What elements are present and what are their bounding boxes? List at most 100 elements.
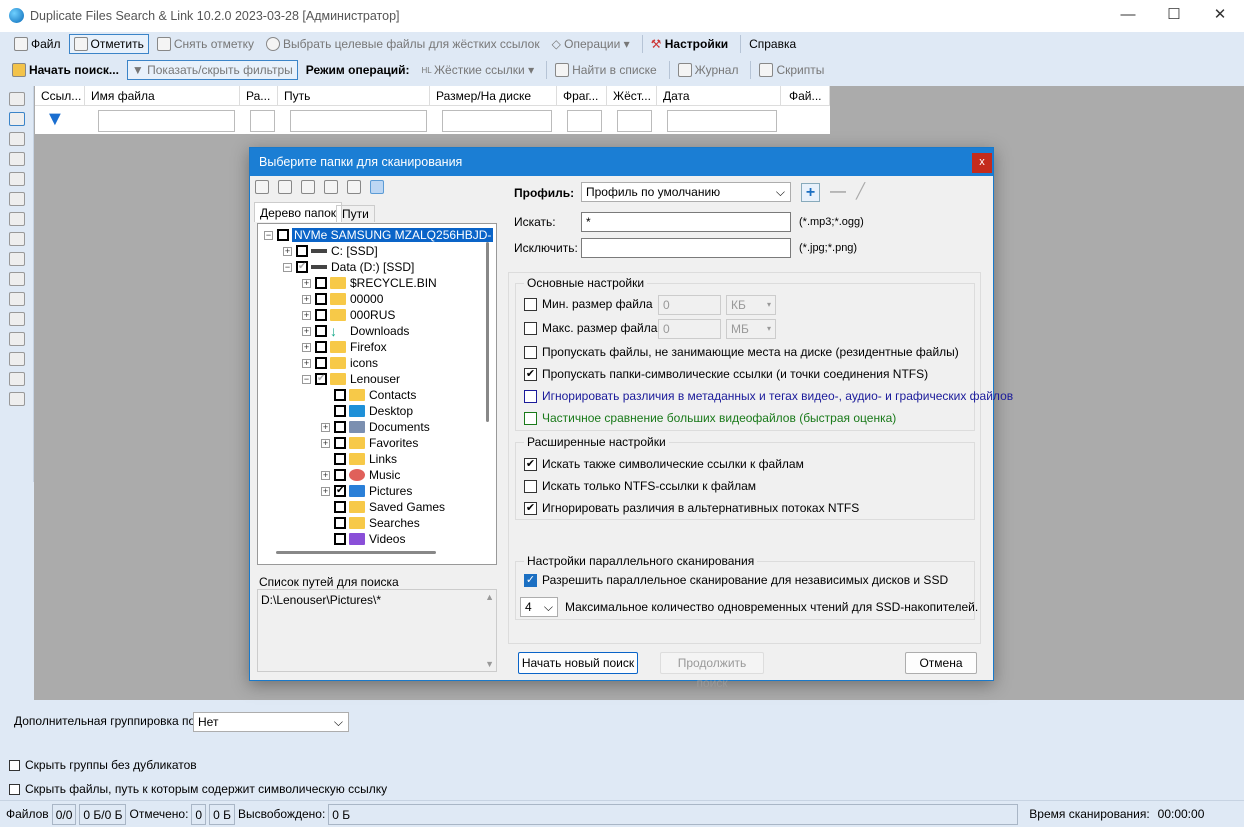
max-unit-select[interactable]: МБ ▾ — [726, 319, 776, 339]
tree-icon[interactable] — [9, 172, 25, 186]
new-search-button[interactable]: Начать новый поиск — [518, 652, 638, 674]
ssd-icon[interactable] — [370, 180, 384, 194]
tree-checkbox[interactable] — [315, 293, 327, 305]
ignore-streams-checkbox[interactable]: ✔ Игнорировать различия в альтернативных … — [524, 501, 859, 515]
remove-profile-button[interactable]: — — [830, 183, 846, 201]
tree-node[interactable]: +000RUS — [302, 307, 395, 323]
tree-vertical-scrollbar[interactable] — [486, 242, 489, 422]
scripts-button[interactable]: Скрипты — [755, 60, 828, 80]
tree-horizontal-scrollbar[interactable] — [276, 551, 436, 554]
tree-checkbox[interactable] — [315, 357, 327, 369]
column-header[interactable]: Размер/На диске — [430, 86, 557, 106]
collapse-icon[interactable]: − — [264, 230, 273, 240]
dialog-close-button[interactable]: x — [972, 153, 992, 173]
scroll-up-icon[interactable]: ▲ — [485, 592, 494, 602]
filter-input[interactable] — [617, 110, 652, 132]
tree-node[interactable]: + $RECYCLE.BIN — [302, 275, 437, 291]
tree-node[interactable]: Videos — [321, 531, 405, 547]
min-size-checkbox[interactable]: Мин. размер файла — [524, 297, 653, 311]
list-alt-icon[interactable] — [9, 332, 25, 346]
min-size-input[interactable]: 0 — [658, 295, 721, 315]
journal-button[interactable]: Журнал — [674, 60, 743, 80]
find-symlinks-checkbox[interactable]: ✔ Искать также символические ссылки к фай… — [524, 457, 804, 471]
tree-checkbox[interactable] — [315, 309, 327, 321]
tree-node[interactable]: Saved Games — [321, 499, 445, 515]
tree-checkbox[interactable] — [315, 341, 327, 353]
column-header[interactable]: Имя файла — [85, 86, 240, 106]
gear-icon[interactable] — [9, 232, 25, 246]
tree-node[interactable]: + Firefox — [302, 339, 387, 355]
max-size-input[interactable]: 0 — [658, 319, 721, 339]
cancel-button[interactable]: Отмена — [905, 652, 977, 674]
check-all-icon[interactable] — [278, 180, 292, 194]
close-button[interactable]: ✕ — [1197, 0, 1243, 32]
help-menu[interactable]: Справка — [745, 34, 800, 54]
skip-resident-checkbox[interactable]: Пропускать файлы, не занимающие места на… — [524, 345, 959, 359]
exclude-mask-input[interactable] — [581, 238, 791, 258]
allow-parallel-checkbox[interactable]: ✓ Разрешить параллельное сканирование для… — [524, 573, 948, 587]
expand-icon[interactable]: + — [302, 358, 311, 368]
tree-checkbox[interactable] — [334, 533, 346, 545]
removable-drive-icon[interactable] — [347, 180, 361, 194]
find-in-list-button[interactable]: Найти в списке — [551, 60, 661, 80]
ntfs-only-checkbox[interactable]: Искать только NTFS-ссылки к файлам — [524, 479, 756, 493]
local-drive-icon[interactable] — [301, 180, 315, 194]
tree-checkbox[interactable] — [277, 229, 289, 241]
tree-node[interactable]: + ↓ Downloads — [302, 323, 409, 339]
group-add-icon[interactable] — [9, 112, 25, 126]
filter-input[interactable] — [667, 110, 777, 132]
delete-icon[interactable] — [9, 212, 25, 226]
collapse-icon[interactable]: − — [302, 374, 311, 384]
maximize-button[interactable]: ☐ — [1151, 0, 1197, 32]
toggle-filters-button[interactable]: ▼ Показать/скрыть фильтры — [126, 60, 298, 80]
view-icon[interactable] — [9, 92, 25, 106]
hide-symlink-paths-checkbox[interactable]: Скрыть файлы, путь к которым содержит си… — [9, 782, 387, 796]
tree-node[interactable]: + Music — [321, 467, 400, 483]
tree-checkbox[interactable] — [334, 437, 346, 449]
tree-node[interactable]: − ✔ Data (D:) [SSD] — [283, 259, 414, 275]
tree-node[interactable]: +00000 — [302, 291, 383, 307]
tree-node[interactable]: Contacts — [321, 387, 416, 403]
menu-file[interactable]: Файл — [10, 34, 65, 54]
start-search-button[interactable]: Начать поиск... — [8, 60, 123, 80]
filter-input[interactable] — [567, 110, 602, 132]
tree-checkbox[interactable] — [334, 421, 346, 433]
tree-checkbox[interactable]: ✔ — [296, 261, 308, 273]
abc-icon[interactable] — [9, 152, 25, 166]
expand-icon[interactable]: + — [302, 342, 311, 352]
expand-icon[interactable]: + — [283, 246, 292, 256]
tree-node[interactable]: + Documents — [321, 419, 430, 435]
tree-checkbox[interactable] — [315, 325, 327, 337]
uncheck-all-icon[interactable] — [255, 180, 269, 194]
edit-profile-button[interactable]: ╱ — [856, 182, 865, 200]
expand-icon[interactable]: + — [321, 422, 330, 432]
rows-icon[interactable] — [9, 372, 25, 386]
continue-search-button[interactable]: Продолжить поиск — [660, 652, 764, 690]
tree-checkbox[interactable]: ✔ — [315, 373, 327, 385]
tab-folder-tree[interactable]: Дерево папок — [254, 202, 342, 222]
minimize-button[interactable]: — — [1105, 0, 1151, 32]
tree-alt-icon[interactable] — [9, 192, 25, 206]
filter-input[interactable] — [442, 110, 552, 132]
tree-checkbox[interactable] — [334, 501, 346, 513]
expand-icon[interactable]: + — [302, 326, 311, 336]
expand-icon[interactable]: + — [321, 470, 330, 480]
grouping-select[interactable]: Нет ⌵ — [193, 712, 349, 732]
columns-icon[interactable] — [9, 352, 25, 366]
tree-node[interactable]: − NVMe SAMSUNG MZALQ256HBJD- — [264, 227, 494, 243]
filter-input[interactable] — [290, 110, 427, 132]
settings-button[interactable]: ⚒ Настройки — [647, 34, 732, 54]
profile-select[interactable]: Профиль по умолчанию ⌵ — [581, 182, 791, 202]
tree-node[interactable]: + icons — [302, 355, 378, 371]
column-header[interactable]: Путь — [278, 86, 430, 106]
expand-icon[interactable]: + — [302, 294, 311, 304]
scroll-down-icon[interactable]: ▼ — [485, 659, 494, 669]
copy-icon[interactable] — [9, 132, 25, 146]
tree-node[interactable]: + C: [SSD] — [283, 243, 378, 259]
expand-icon[interactable]: + — [321, 486, 330, 496]
add-profile-button[interactable]: + — [801, 183, 820, 202]
tree-checkbox[interactable] — [334, 517, 346, 529]
tree-node[interactable]: Links — [321, 451, 397, 467]
list-icon[interactable] — [9, 312, 25, 326]
tree-checkbox[interactable] — [334, 389, 346, 401]
